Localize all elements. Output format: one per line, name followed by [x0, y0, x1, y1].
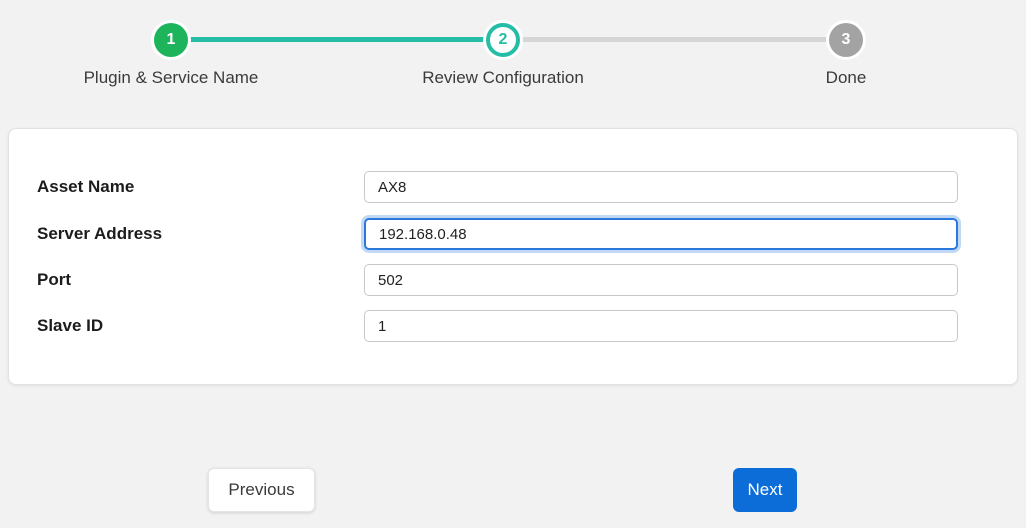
step-label-review-configuration: Review Configuration [353, 68, 653, 88]
form-row-server-address: Server Address [9, 218, 1017, 250]
port-input[interactable] [364, 264, 958, 296]
asset-name-input[interactable] [364, 171, 958, 203]
slave-id-input[interactable] [364, 310, 958, 342]
previous-button[interactable]: Previous [208, 468, 315, 512]
form-row-port: Port [9, 264, 1017, 296]
step-label-done: Done [696, 68, 996, 88]
port-label: Port [37, 270, 71, 290]
stepper-connector-complete [171, 37, 503, 42]
step-circle-review-configuration[interactable]: 2 [486, 23, 520, 57]
stepper-connector-pending [503, 37, 846, 42]
step-circle-done[interactable]: 3 [829, 23, 863, 57]
form-row-asset-name: Asset Name [9, 171, 1017, 203]
slave-id-label: Slave ID [37, 316, 103, 336]
wizard-stepper: 1 2 3 Plugin & Service Name Review Confi… [0, 0, 1026, 100]
form-row-slave-id: Slave ID [9, 310, 1017, 342]
step-label-plugin-service-name: Plugin & Service Name [21, 68, 321, 88]
asset-name-label: Asset Name [37, 177, 134, 197]
next-button[interactable]: Next [733, 468, 797, 512]
configuration-form-card: Asset Name Server Address Port Slave ID [8, 128, 1018, 385]
server-address-label: Server Address [37, 224, 162, 244]
step-circle-plugin-service-name[interactable]: 1 [154, 23, 188, 57]
server-address-input[interactable] [364, 218, 958, 250]
